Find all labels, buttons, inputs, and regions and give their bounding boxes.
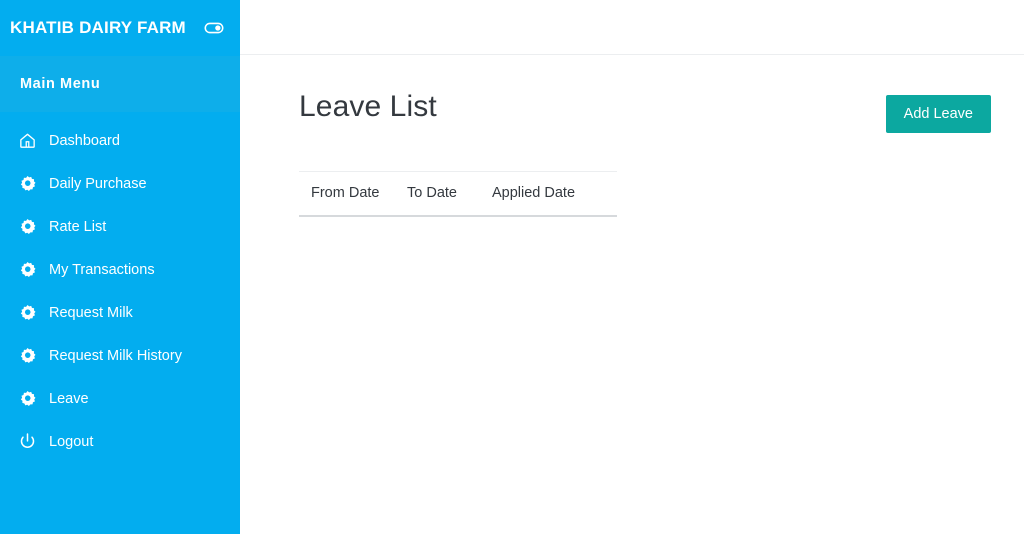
- gear-icon: [18, 389, 44, 408]
- sidebar-item-label: Leave: [49, 390, 89, 407]
- sidebar-item-rate-list[interactable]: Rate List: [0, 205, 240, 248]
- sidebar-heading: Main Menu: [0, 56, 240, 112]
- leave-table: From Date To Date Applied Date: [299, 171, 617, 217]
- sidebar-item-label: Request Milk: [49, 304, 133, 321]
- leave-table-wrapper: From Date To Date Applied Date: [299, 171, 617, 217]
- sidebar: KHATIB DAIRY FARM Main Menu Dashboard Da…: [0, 0, 240, 534]
- add-leave-button[interactable]: Add Leave: [885, 95, 991, 133]
- sidebar-item-label: My Transactions: [49, 261, 155, 278]
- table-header-row: From Date To Date Applied Date: [299, 171, 617, 217]
- page-header: Leave List Add Leave: [299, 89, 992, 133]
- sidebar-item-daily-purchase[interactable]: Daily Purchase: [0, 162, 240, 205]
- sidebar-item-request-milk[interactable]: Request Milk: [0, 291, 240, 334]
- gear-icon: [18, 303, 44, 322]
- page-title: Leave List: [299, 90, 437, 123]
- column-header-applied-date[interactable]: Applied Date: [492, 171, 617, 217]
- main-content: Leave List Add Leave From Date To Date A…: [240, 55, 1024, 534]
- brand-bar: KHATIB DAIRY FARM: [0, 0, 240, 56]
- leave-table-head: From Date To Date Applied Date: [299, 171, 617, 217]
- sidebar-menu-list: Dashboard Daily Purchase Rate List My Tr…: [0, 112, 240, 463]
- power-icon: [18, 432, 44, 451]
- column-header-from-date[interactable]: From Date: [299, 171, 407, 217]
- topbar: [240, 0, 1024, 55]
- sidebar-item-leave[interactable]: Leave: [0, 377, 240, 420]
- gear-icon: [18, 217, 44, 236]
- column-header-to-date[interactable]: To Date: [407, 171, 492, 217]
- app-root: KHATIB DAIRY FARM Main Menu Dashboard Da…: [0, 0, 1024, 534]
- sidebar-item-label: Dashboard: [49, 132, 120, 149]
- sidebar-item-label: Rate List: [49, 218, 107, 235]
- gear-icon: [18, 260, 44, 279]
- gear-icon: [18, 346, 44, 365]
- gear-icon: [18, 174, 44, 193]
- sidebar-item-my-transactions[interactable]: My Transactions: [0, 248, 240, 291]
- sidebar-item-label: Request Milk History: [49, 347, 182, 364]
- right-pane: Leave List Add Leave From Date To Date A…: [240, 0, 1024, 534]
- sidebar-item-label: Daily Purchase: [49, 175, 147, 192]
- sidebar-item-request-milk-history[interactable]: Request Milk History: [0, 334, 240, 377]
- sidebar-item-logout[interactable]: Logout: [0, 420, 240, 463]
- brand-title: KHATIB DAIRY FARM: [10, 18, 186, 37]
- sidebar-toggle-icon[interactable]: [202, 16, 226, 40]
- home-icon: [18, 131, 44, 150]
- sidebar-item-label: Logout: [49, 433, 94, 450]
- sidebar-item-dashboard[interactable]: Dashboard: [0, 119, 240, 162]
- sidebar-heading-label: Main Menu: [20, 76, 101, 92]
